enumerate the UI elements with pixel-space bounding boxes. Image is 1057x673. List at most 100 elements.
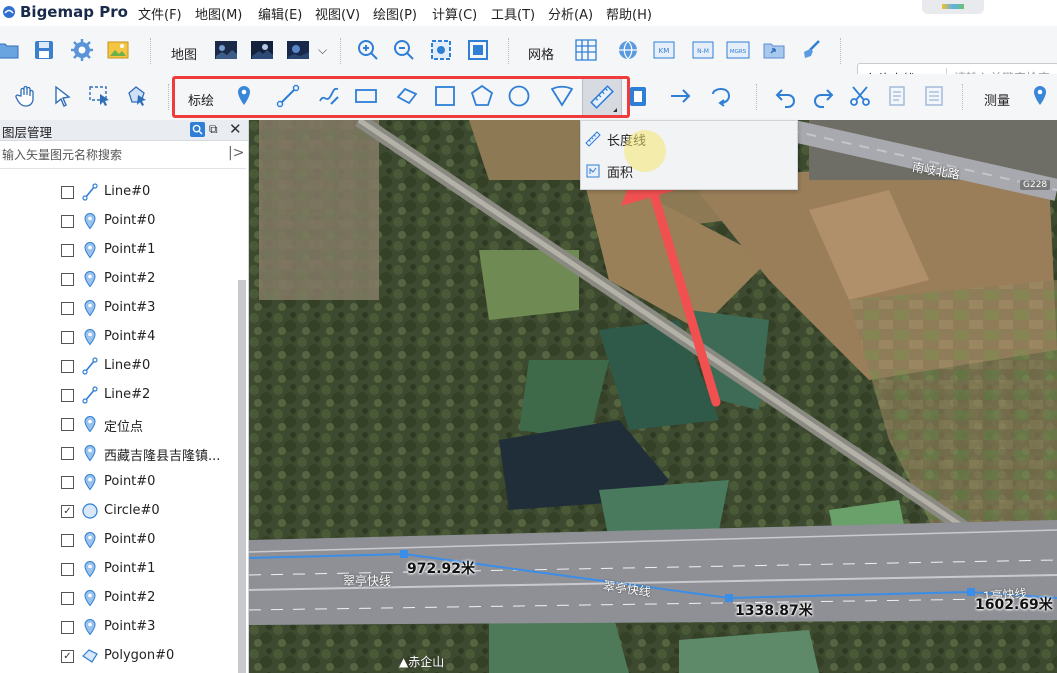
menu-tools[interactable]: 工具(T) [491,4,535,23]
clear-button[interactable] [797,36,825,64]
map-source-2-button[interactable] [248,36,276,64]
layer-row[interactable]: Line#0 [0,178,238,207]
image-button[interactable] [104,36,132,64]
box-select-button[interactable] [86,82,114,110]
nm-grid-button[interactable]: N-M [689,36,717,64]
layer-name: Point#4 [104,329,156,344]
grid-button[interactable] [572,36,600,64]
circle-icon [82,503,98,519]
layer-visibility-checkbox[interactable]: ✓ [61,650,74,663]
menu-view[interactable]: 视图(V) [315,4,360,23]
layer-row[interactable]: Point#4 [0,323,238,352]
undo-button[interactable] [772,82,800,110]
layer-row[interactable]: Line#0 [0,352,238,381]
map-source-3-button[interactable] [284,36,312,64]
layer-row[interactable]: Point#1 [0,236,238,265]
layer-visibility-checkbox[interactable] [61,273,74,286]
menu-draw[interactable]: 绘图(P) [373,4,417,23]
menu-item-area[interactable]: 面积 [581,155,797,187]
layer-search-bar: |> [0,142,246,169]
layer-row[interactable]: Line#2 [0,381,238,410]
layer-visibility-checkbox[interactable] [61,331,74,344]
layer-visibility-checkbox[interactable] [61,418,74,431]
line-icon [82,386,98,404]
layer-row[interactable]: Point#1 [0,555,238,584]
feature-select-button[interactable] [124,82,152,110]
zoom-out-button[interactable] [390,36,418,64]
layer-row[interactable]: Point#0 [0,468,238,497]
paste-button[interactable] [920,82,948,110]
layer-visibility-checkbox[interactable] [61,534,74,547]
layer-visibility-checkbox[interactable] [61,360,74,373]
panel-restore-icon[interactable]: ⧉ [209,122,218,137]
map-pin-icon [84,444,96,462]
layer-visibility-checkbox[interactable] [61,302,74,315]
layer-name: Point#0 [104,474,156,489]
map-pin-icon [84,473,96,491]
map-pin-icon [84,560,96,578]
pan-tool-button[interactable] [12,82,40,110]
layer-row[interactable]: Point#2 [0,584,238,613]
layer-name: Point#0 [104,532,156,547]
menu-analysis[interactable]: 分析(A) [548,4,593,23]
ruler-icon [585,131,601,147]
polygon-icon [82,649,98,663]
layer-visibility-checkbox[interactable]: ✓ [61,505,74,518]
mgrs-grid-icon: MGRS [726,41,750,59]
menu-edit[interactable]: 编辑(E) [258,4,302,23]
select-tool-button[interactable] [48,82,76,110]
menu-help[interactable]: 帮助(H) [606,4,652,23]
draw-curve-arrow-button[interactable] [708,82,736,110]
map-source-dropdown-chevron-icon[interactable]: ⌵ [318,43,327,58]
layer-row[interactable]: 西藏吉隆县吉隆镇... [0,439,238,468]
menu-file[interactable]: 文件(F) [138,4,182,23]
map-source-1-button[interactable] [212,36,240,64]
layer-visibility-checkbox[interactable] [61,215,74,228]
layer-row[interactable]: Point#3 [0,294,238,323]
brush-icon [804,40,820,58]
zoom-extent-button[interactable] [427,36,455,64]
poi-label-text: 赤企山 [408,655,445,669]
layer-visibility-checkbox[interactable] [61,244,74,257]
layer-row[interactable]: Point#0 [0,526,238,555]
cut-button[interactable] [846,82,874,110]
save-button[interactable] [30,36,58,64]
redo-button[interactable] [809,82,837,110]
layer-row[interactable]: Point#3 [0,613,238,642]
curve-arrow-icon [712,88,731,107]
globe-grid-button[interactable] [614,36,642,64]
panel-search-button[interactable] [190,122,205,137]
export-button[interactable] [760,36,788,64]
layer-visibility-checkbox[interactable] [61,592,74,605]
layer-visibility-checkbox[interactable] [61,476,74,489]
layer-visibility-checkbox[interactable] [61,621,74,634]
layer-search-input[interactable] [2,146,222,164]
copy-button[interactable] [883,82,911,110]
layer-row[interactable]: ✓ Circle#0 [0,497,238,526]
layer-list-scrollbar[interactable] [238,280,246,673]
layer-row[interactable]: Point#2 [0,265,238,294]
search-go-icon[interactable]: |> [228,145,244,161]
map-view[interactable]: 南岐北路 G228 翠亭快线 翠亭快线 1亭快线 ▲赤企山 972.92米 13… [249,120,1057,673]
full-extent-button[interactable] [464,36,492,64]
menu-map[interactable]: 地图(M) [195,4,242,23]
layer-row[interactable]: ✓ Polygon#0 [0,642,238,671]
arrow-pointer-icon [55,85,71,107]
open-folder-button[interactable] [0,36,22,64]
menu-calc[interactable]: 计算(C) [432,4,477,23]
menu-item-length-line[interactable]: 长度线 [581,123,797,155]
settings-button[interactable] [68,36,96,64]
layer-row[interactable]: 定位点 [0,410,238,439]
layer-row[interactable]: Point#0 [0,207,238,236]
measure-point-button[interactable] [1026,82,1054,110]
layer-visibility-checkbox[interactable] [61,447,74,460]
layer-visibility-checkbox[interactable] [61,389,74,402]
mgrs-grid-button[interactable]: MGRS [724,36,752,64]
export-folder-icon [763,43,785,59]
zoom-in-button[interactable] [354,36,382,64]
draw-arrow-button[interactable] [667,82,695,110]
panel-close-icon[interactable]: ✕ [229,120,242,138]
layer-visibility-checkbox[interactable] [61,186,74,199]
layer-visibility-checkbox[interactable] [61,563,74,576]
km-grid-button[interactable]: KM [650,36,678,64]
